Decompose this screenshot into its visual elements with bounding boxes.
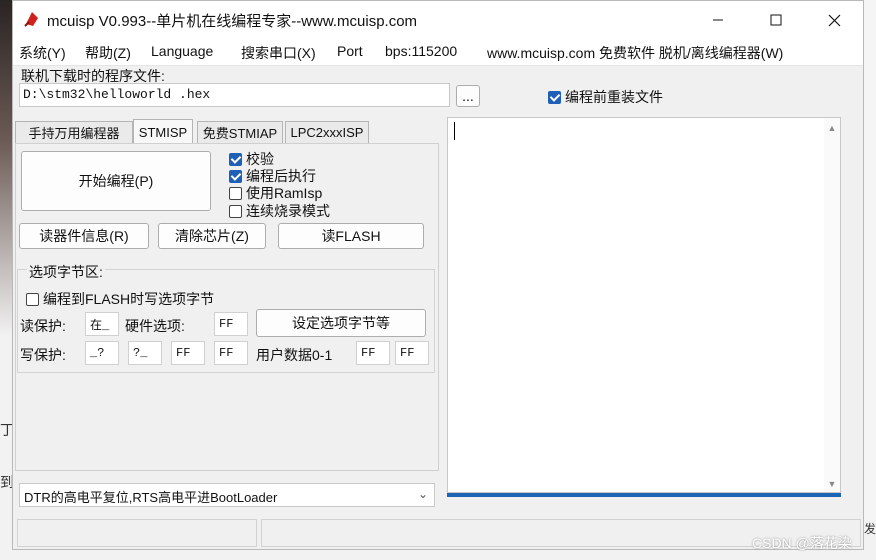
write-protect-label: 写保护: (20, 347, 66, 363)
user-data-field[interactable]: FF (395, 341, 429, 365)
menu-search-port[interactable]: 搜索串口(X) (241, 43, 316, 63)
hardware-option-field[interactable]: FF (214, 312, 248, 336)
use-ramisp-checkbox-box (229, 186, 242, 200)
set-option-bytes-button[interactable]: 设定选项字节等 (256, 309, 426, 337)
option-bytes-title: 选项字节区: (27, 262, 105, 282)
write-protect-field[interactable]: ?_ (128, 341, 162, 365)
window-title: mcuisp V0.993--单片机在线编程专家--www.mcuisp.com (47, 13, 418, 30)
status-bar (13, 517, 863, 549)
erase-chip-button[interactable]: 清除芯片(Z) (158, 223, 266, 249)
continuous-burn-checkbox-box (229, 204, 242, 218)
continuous-burn-checkbox[interactable]: 连续烧录模式 (229, 201, 330, 221)
read-protect-field[interactable]: 在_ (85, 312, 119, 336)
read-flash-button[interactable]: 读FLASH (278, 223, 424, 249)
write-option-bytes-checkbox-box (26, 292, 39, 306)
maximize-icon (770, 14, 782, 26)
minimize-button[interactable] (689, 1, 747, 39)
menu-language[interactable]: Language (151, 43, 213, 59)
reload-checkbox-label: 编程前重装文件 (565, 89, 663, 105)
reload-checkbox-box (548, 90, 561, 104)
close-button[interactable] (805, 1, 863, 39)
use-ramisp-checkbox[interactable]: 使用RamIsp (229, 183, 322, 203)
hardware-option-label: 硬件选项: (125, 318, 185, 334)
program-file-field[interactable]: D:\stm32\helloworld .hex (19, 83, 450, 107)
tab-free-stmiap[interactable]: 免费STMIAP (197, 121, 283, 143)
write-protect-field[interactable]: FF (214, 341, 248, 365)
user-data-label: 用户数据0-1 (256, 347, 333, 363)
desktop-background-right (864, 0, 876, 560)
log-output-area[interactable]: ▲ ▼ (447, 117, 841, 493)
continuous-burn-checkbox-label: 连续烧录模式 (246, 203, 330, 219)
menu-help[interactable]: 帮助(Z) (85, 43, 131, 63)
menu-website[interactable]: www.mcuisp.com 免费软件 脱机/离线编程器(W) (487, 43, 783, 63)
run-after-checkbox-box (229, 169, 242, 183)
status-segment (17, 519, 257, 547)
chevron-down-icon: ⌄ (417, 487, 428, 501)
minimize-icon (713, 19, 723, 21)
menu-bps[interactable]: bps:115200 (385, 43, 457, 59)
mcuisp-window: mcuisp V0.993--单片机在线编程专家--www.mcuisp.com… (12, 0, 864, 550)
menu-system[interactable]: 系统(Y) (19, 43, 66, 63)
close-icon (828, 14, 840, 26)
verify-checkbox-box (229, 152, 242, 166)
reload-before-program-checkbox[interactable]: 编程前重装文件 (548, 87, 663, 107)
app-icon (24, 12, 38, 27)
scroll-up-icon[interactable]: ▲ (824, 120, 840, 136)
write-option-bytes-label: 编程到FLASH时写选项字节 (43, 291, 215, 307)
write-option-bytes-checkbox[interactable]: 编程到FLASH时写选项字节 (26, 289, 214, 309)
tab-lpc2xxxisp[interactable]: LPC2xxxISP (285, 121, 369, 143)
tab-handheld-programmer[interactable]: 手持万用编程器 (15, 121, 133, 143)
write-protect-field[interactable]: _? (85, 341, 119, 365)
write-protect-field[interactable]: FF (171, 341, 205, 365)
menu-port[interactable]: Port (337, 43, 363, 59)
browse-button[interactable]: ... (456, 85, 480, 107)
read-protect-label: 读保护: (20, 318, 66, 334)
maximize-button[interactable] (747, 1, 805, 39)
scroll-down-icon[interactable]: ▼ (824, 476, 840, 492)
use-ramisp-checkbox-label: 使用RamIsp (246, 185, 323, 201)
menu-bar: 系统(Y) 帮助(Z) Language 搜索串口(X) Port bps:11… (13, 39, 863, 66)
boot-mode-value: DTR的高电平复位,RTS高电平进BootLoader (24, 490, 278, 505)
read-device-info-button[interactable]: 读器件信息(R) (19, 223, 149, 249)
background-text-fragment: 发 (864, 522, 876, 536)
user-data-field[interactable]: FF (356, 341, 390, 365)
tab-stmisp[interactable]: STMISP (133, 119, 193, 144)
boot-mode-select[interactable]: DTR的高电平复位,RTS高电平进BootLoader ⌄ (19, 483, 435, 507)
title-bar: mcuisp V0.993--单片机在线编程专家--www.mcuisp.com (13, 1, 863, 39)
text-caret (454, 122, 455, 140)
progress-bar (447, 493, 841, 497)
csdn-watermark: CSDN @落花染 (752, 535, 852, 551)
start-program-button[interactable]: 开始编程(P) (21, 151, 211, 211)
log-scrollbar[interactable]: ▲ ▼ (824, 118, 840, 492)
